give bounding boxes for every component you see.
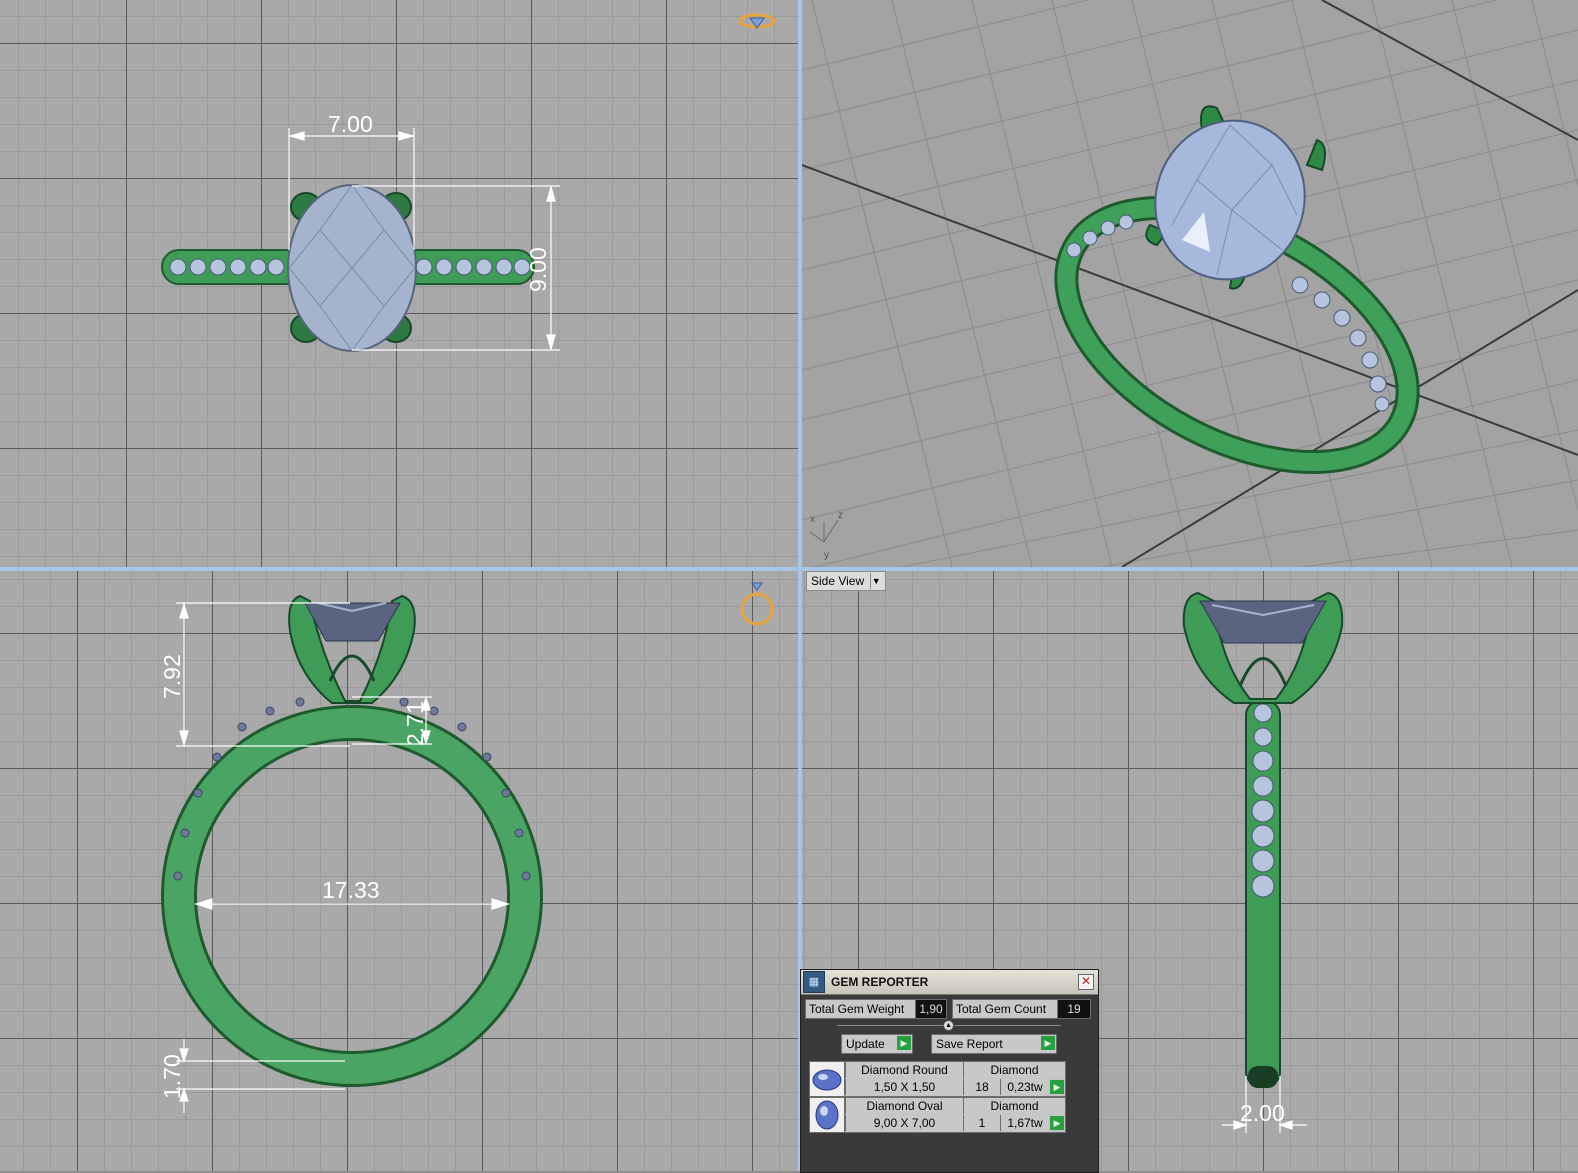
gem-name: Diamond Oval (845, 1098, 963, 1114)
dimension-label-side-width: 2.00 (1240, 1100, 1285, 1126)
gem-name: Diamond Round (845, 1062, 963, 1078)
save-report-button[interactable]: Save Report ▶ (931, 1034, 1057, 1054)
dimension-label-shank: 2.71 (402, 701, 428, 746)
perspective-grid (802, 0, 1578, 567)
oval-gem-icon (810, 1098, 845, 1132)
ring-perspective-model (1054, 105, 1420, 475)
gem-reporter-panel: ▦ GEM REPORTER ✕ Total Gem Weight 1,90 T… (800, 969, 1099, 1173)
gem-size: 9,00 X 7,00 (845, 1115, 963, 1131)
gem-row[interactable]: Diamond Round Diamond 1,50 X 1,50 18 0,2… (809, 1061, 1066, 1097)
gem-material: Diamond (963, 1098, 1065, 1114)
dimension-label-diameter: 17.33 (322, 877, 380, 903)
gem-weight: 0,23tw (1000, 1079, 1049, 1095)
total-gem-count-label: Total Gem Count (952, 999, 1060, 1019)
play-icon[interactable]: ▶ (1050, 1080, 1064, 1094)
round-gem-icon (810, 1062, 845, 1096)
ring-side-model (1182, 591, 1344, 1088)
gem-count: 1 (963, 1115, 1000, 1131)
close-icon[interactable]: ✕ (1078, 974, 1094, 990)
chevron-down-icon[interactable]: ▼ (870, 573, 881, 589)
dimension-label-width: 7.00 (328, 111, 373, 137)
total-gem-weight-value: 1,90 (915, 999, 947, 1019)
dimension-label-front-height: 7.92 (159, 654, 185, 699)
gem-reporter-titlebar[interactable]: ▦ GEM REPORTER ✕ (801, 970, 1098, 995)
viewport-splitter-horizontal[interactable] (0, 567, 1578, 571)
ring-front-icon[interactable] (740, 582, 774, 626)
view-selector-label: Side View (811, 574, 865, 588)
gem-row[interactable]: Diamond Oval Diamond 9,00 X 7,00 1 1,67t… (809, 1097, 1066, 1133)
dimension-label-height: 9.00 (525, 247, 551, 292)
viewport-top[interactable]: 7.00 9.00 (0, 0, 798, 567)
axis-label-z: z (838, 510, 843, 521)
ring-front-model (161, 594, 543, 1087)
save-report-button-label: Save Report (936, 1037, 1003, 1051)
axis-label-x: x (810, 514, 815, 525)
view-selector[interactable]: Side View ▼ (806, 571, 887, 591)
axis-label-y: y (824, 550, 829, 561)
gem-size: 1,50 X 1,50 (845, 1079, 963, 1095)
dimension-label-band: 1.70 (159, 1054, 185, 1099)
total-gem-weight-label: Total Gem Weight (805, 999, 917, 1019)
play-icon[interactable]: ▶ (1050, 1116, 1064, 1130)
update-button-label: Update (846, 1037, 885, 1051)
gem-weight: 1,67tw (1000, 1115, 1049, 1131)
viewport-front[interactable]: 7.92 2.71 17.33 1.70 (0, 571, 798, 1171)
total-gem-count-value: 19 (1057, 999, 1091, 1019)
perspective-major-grid (802, 0, 1578, 567)
gem-reporter-icon: ▦ (803, 971, 825, 993)
gem-count: 18 (963, 1079, 1000, 1095)
collapse-icon[interactable]: ▲ (943, 1020, 954, 1031)
update-button[interactable]: Update ▶ (841, 1034, 913, 1054)
play-icon: ▶ (897, 1036, 911, 1050)
gem-reporter-title: GEM REPORTER (831, 975, 929, 989)
gem-material: Diamond (963, 1062, 1065, 1078)
play-icon: ▶ (1041, 1036, 1055, 1050)
viewport-perspective[interactable]: x z y (802, 0, 1578, 567)
ring-view-icon[interactable] (738, 13, 776, 29)
ring-top-model (161, 184, 535, 352)
